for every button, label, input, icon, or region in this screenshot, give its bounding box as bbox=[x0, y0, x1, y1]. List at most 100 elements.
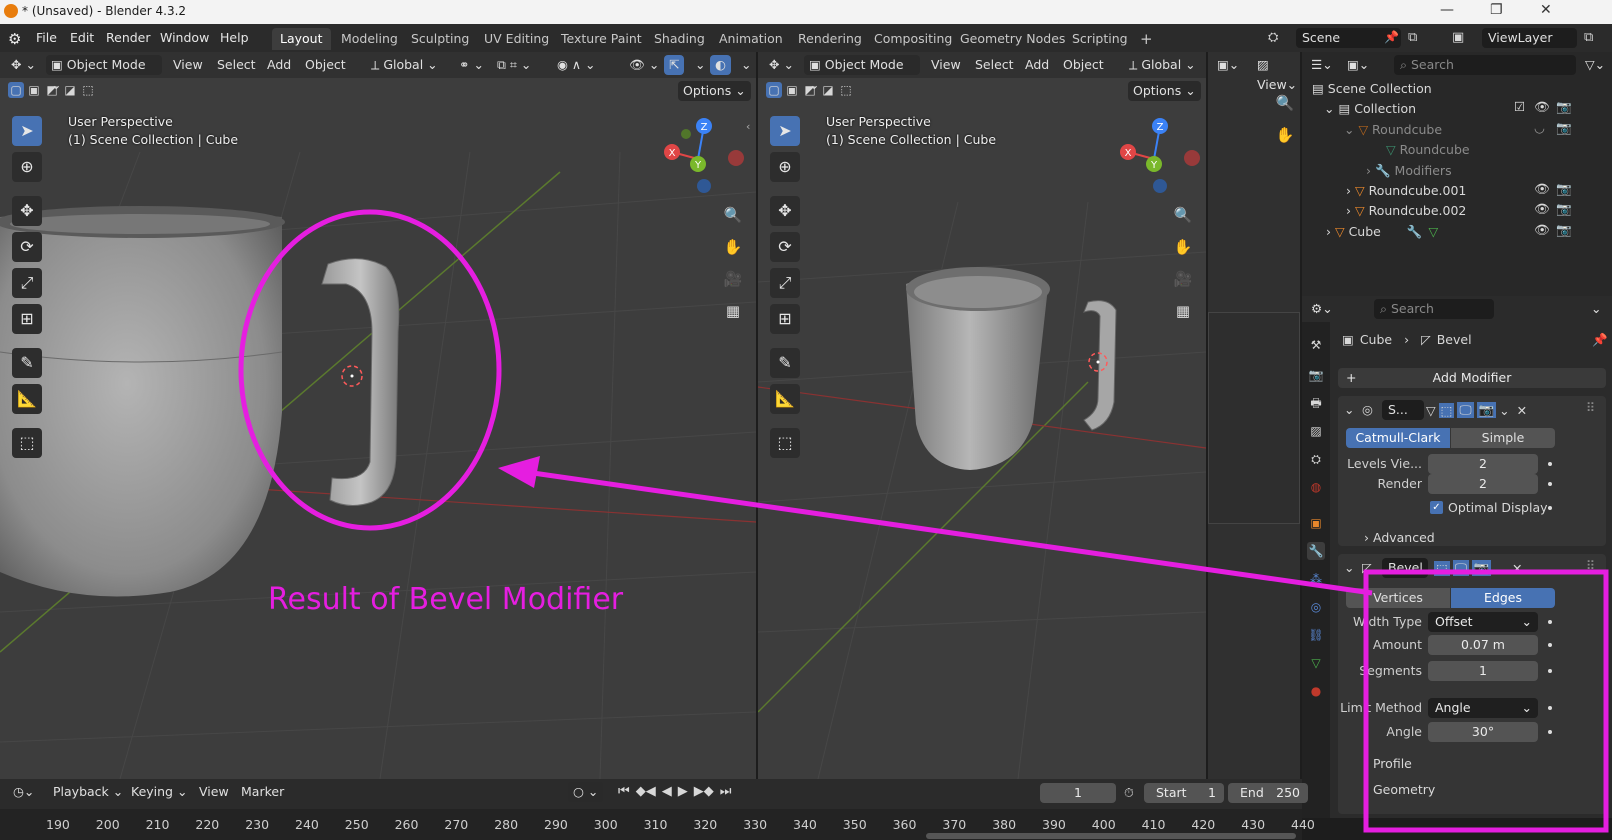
world-tab-icon[interactable]: ◍ bbox=[1307, 478, 1325, 496]
keyframe-dot-icon[interactable] bbox=[1548, 643, 1552, 647]
end-frame-field[interactable]: End 250 bbox=[1228, 783, 1308, 803]
navigation-gizmo[interactable]: Z X Y bbox=[656, 114, 750, 204]
transform-orientation[interactable]: ⟂ Global ⌄ bbox=[366, 55, 443, 75]
select-new-icon[interactable]: ▢ bbox=[766, 82, 782, 98]
scale-tool-icon[interactable]: ⤢ bbox=[770, 268, 800, 298]
menu-playback[interactable]: Playback ⌄ bbox=[48, 782, 128, 802]
constraints-tab-icon[interactable]: ⛓ bbox=[1307, 626, 1325, 644]
drag-handle-icon[interactable]: ⠿ bbox=[1586, 400, 1595, 415]
properties-editor-type-icon[interactable]: ⚙⌄ bbox=[1306, 299, 1338, 319]
select-intersect-icon[interactable]: ⬚ bbox=[838, 82, 854, 98]
zoom-icon[interactable]: 🔍 bbox=[720, 202, 746, 228]
visibility-eye-icon[interactable]: 👁 bbox=[1534, 99, 1550, 115]
outliner-editor-type-icon[interactable]: ☰⌄ bbox=[1306, 55, 1338, 75]
realtime-display-icon[interactable]: 🖵 bbox=[1452, 560, 1469, 576]
options-dropdown[interactable]: Options ⌄ bbox=[1128, 81, 1201, 101]
render-levels-field[interactable]: 2 bbox=[1428, 474, 1538, 494]
zoom-icon[interactable]: 🔍 bbox=[1170, 202, 1196, 228]
cursor-tool-icon[interactable]: ⊕ bbox=[770, 152, 800, 182]
simple-option[interactable]: Simple bbox=[1451, 428, 1555, 448]
keyframe-dot-icon[interactable] bbox=[1548, 730, 1552, 734]
edit-mode-icon[interactable]: ⬚ bbox=[1434, 560, 1450, 576]
outliner-row[interactable]: › ▽ Roundcube.002 bbox=[1346, 201, 1466, 221]
image-editor-type-icon[interactable]: ▣⌄ bbox=[1212, 55, 1244, 75]
tab-layout[interactable]: Layout bbox=[272, 28, 331, 50]
annotate-tool-icon[interactable]: ✎ bbox=[770, 348, 800, 378]
image-zoom-icon[interactable]: 🔍 bbox=[1272, 90, 1298, 116]
remove-modifier-icon[interactable]: ✕ bbox=[1512, 561, 1522, 576]
snap-icon[interactable]: ⧉ ⌗ ⌄ bbox=[492, 55, 536, 75]
pan-hand-icon[interactable]: ✋ bbox=[720, 234, 746, 260]
affect-edges-option[interactable]: Edges bbox=[1451, 588, 1555, 608]
subsurf-name-field[interactable]: S... bbox=[1382, 400, 1424, 420]
material-tab-icon[interactable]: ● bbox=[1307, 682, 1325, 700]
move-tool-icon[interactable]: ✥ bbox=[12, 196, 42, 226]
measure-tool-icon[interactable]: 📐 bbox=[12, 384, 42, 414]
particles-tab-icon[interactable]: ⁂ bbox=[1307, 570, 1325, 588]
viewport-right[interactable]: ✥ ⌄ ▣ Object Mode ⌄ View Select Add Obje… bbox=[758, 52, 1206, 779]
segments-field[interactable]: 1 bbox=[1428, 661, 1538, 681]
image-editor-area[interactable]: ▣⌄ ▨ View⌄ 🔍 ✋ bbox=[1208, 52, 1300, 779]
limit-method-dropdown[interactable]: Angle ⌄ bbox=[1428, 698, 1538, 718]
add-workspace-button[interactable]: + bbox=[1132, 28, 1161, 50]
select-intersect-icon[interactable]: ⬚ bbox=[80, 82, 96, 98]
expand-chevron-icon[interactable]: ⌄ bbox=[1324, 101, 1338, 116]
minimize-button[interactable]: — bbox=[1440, 2, 1454, 18]
select-subtract-icon[interactable]: ◩ bbox=[802, 82, 818, 98]
transform-tool-icon[interactable]: ⊞ bbox=[12, 304, 42, 334]
transform-orientation[interactable]: ⟂ Global ⌄ bbox=[1124, 55, 1201, 75]
current-frame-field[interactable]: 1 bbox=[1040, 783, 1116, 803]
scene-selector-icon[interactable]: ⛭ bbox=[1268, 30, 1278, 45]
new-view-layer-icon[interactable]: ⧉ bbox=[1584, 30, 1593, 45]
width-type-dropdown[interactable]: Offset ⌄ bbox=[1428, 612, 1538, 632]
viewport-menu-view[interactable]: View bbox=[168, 55, 208, 75]
view-layer-tab-icon[interactable]: ▨ bbox=[1307, 422, 1325, 440]
move-tool-icon[interactable]: ✥ bbox=[770, 196, 800, 226]
outliner-row[interactable]: ⌄ ▽ Roundcube bbox=[1344, 120, 1612, 140]
measure-tool-icon[interactable]: 📐 bbox=[770, 384, 800, 414]
scale-tool-icon[interactable]: ⤢ bbox=[12, 268, 42, 298]
gizmo-toggle-icon[interactable]: ⇱ bbox=[664, 55, 685, 75]
render-camera-icon[interactable]: 📷 bbox=[1556, 201, 1572, 217]
bevel-name-field[interactable]: Bevel bbox=[1382, 558, 1428, 578]
ortho-grid-icon[interactable]: ▦ bbox=[1170, 298, 1196, 324]
transform-tool-icon[interactable]: ⊞ bbox=[770, 304, 800, 334]
jump-start-icon[interactable]: ⏮ bbox=[618, 784, 630, 799]
tab-rendering[interactable]: Rendering bbox=[790, 28, 870, 50]
optimal-display-checkbox[interactable]: ✓ Optimal Display bbox=[1430, 500, 1548, 515]
select-box-tool-icon[interactable]: ➤ bbox=[770, 116, 800, 146]
render-camera-icon[interactable]: 📷 bbox=[1556, 181, 1572, 197]
viewport-menu-add[interactable]: Add bbox=[1020, 55, 1054, 75]
visibility-eye-icon[interactable]: 👁 bbox=[1534, 201, 1550, 217]
view-layer-field[interactable]: ViewLayer bbox=[1482, 28, 1577, 48]
camera-view-icon[interactable]: 🎥 bbox=[720, 266, 746, 292]
cursor-tool-icon[interactable]: ⊕ bbox=[12, 152, 42, 182]
add-cube-tool-icon[interactable]: ⬚ bbox=[770, 428, 800, 458]
menu-edit[interactable]: Edit bbox=[64, 28, 100, 48]
physics-tab-icon[interactable]: ◎ bbox=[1307, 598, 1325, 616]
tab-compositing[interactable]: Compositing bbox=[866, 28, 960, 50]
tab-scripting[interactable]: Scripting bbox=[1064, 28, 1136, 50]
expand-chevron-icon[interactable]: › bbox=[1346, 203, 1355, 218]
outliner-search-input[interactable]: ⌕ Search bbox=[1394, 55, 1576, 75]
geometry-subpanel[interactable]: › Geometry bbox=[1364, 782, 1435, 797]
close-window-button[interactable]: ✕ bbox=[1540, 2, 1552, 18]
timeline-scrollbar[interactable] bbox=[926, 833, 1296, 839]
modifier-tab-icon[interactable]: 🔧 bbox=[1307, 542, 1325, 560]
pivot-icon[interactable]: ⚭ ⌄ bbox=[454, 55, 489, 75]
add-modifier-button[interactable]: + Add Modifier bbox=[1338, 368, 1606, 388]
outliner-row[interactable]: ▤ Scene Collection bbox=[1312, 79, 1612, 99]
output-tab-icon[interactable]: 🖶 bbox=[1307, 394, 1325, 412]
tab-geometry-nodes[interactable]: Geometry Nodes bbox=[952, 28, 1073, 50]
scene-tab-icon[interactable]: ⛭ bbox=[1307, 450, 1325, 468]
viewport-menu-object[interactable]: Object bbox=[300, 55, 351, 75]
overlay-toggle-icon[interactable]: ◐ bbox=[710, 55, 731, 75]
keyframe-dot-icon[interactable] bbox=[1548, 669, 1552, 673]
keyframe-dot-icon[interactable] bbox=[1548, 462, 1552, 466]
properties-options-icon[interactable]: ⌄ bbox=[1586, 299, 1606, 319]
menu-keying[interactable]: Keying ⌄ bbox=[126, 782, 192, 802]
editor-type-icon[interactable]: ✥ ⌄ bbox=[764, 55, 799, 75]
outliner-row[interactable]: › 🔧 Modifiers bbox=[1366, 161, 1452, 181]
expand-chevron-icon[interactable]: › bbox=[1366, 163, 1375, 178]
rotate-tool-icon[interactable]: ⟳ bbox=[770, 232, 800, 262]
